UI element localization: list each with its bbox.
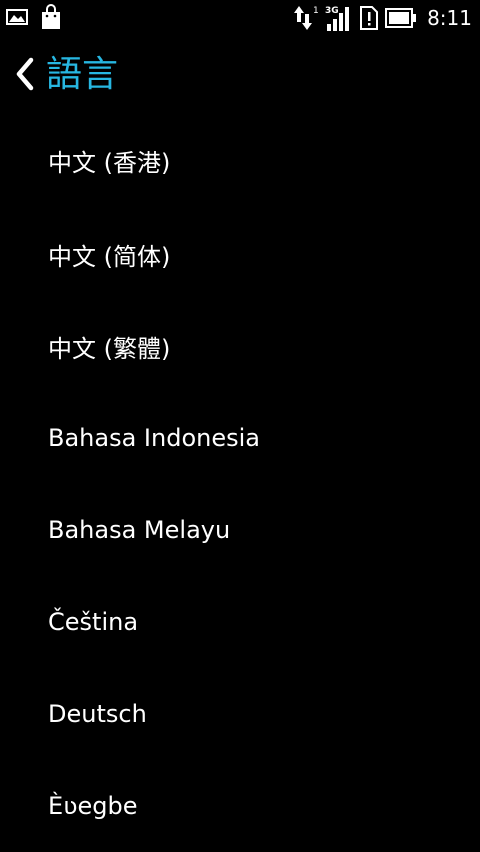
shopping-bag-icon [40,4,62,30]
page-title: 語言 [46,54,119,95]
network-type: 3G [325,6,339,16]
language-item-deutsch[interactable]: Deutsch [0,668,480,760]
chevron-left-icon [14,56,36,92]
language-list: 中文 (香港) 中文 (简体) 中文 (繁體) Bahasa Indonesia… [0,112,480,852]
language-label: Bahasa Indonesia [48,424,260,452]
data-transfer-icon: 1 [293,4,319,32]
language-label: 中文 (繁體) [48,334,171,363]
system-icons: 1 3G 8:11 [293,3,472,33]
notification-icons [6,4,62,30]
status-bar: 1 3G 8:11 [0,0,480,36]
signal-icon: 3G [325,4,353,32]
language-label: 中文 (香港) [48,148,171,177]
language-item-cestina[interactable]: Čeština [0,576,480,668]
language-label: Bahasa Melayu [48,516,231,544]
language-item-bahasa-indonesia[interactable]: Bahasa Indonesia [0,392,480,484]
language-item-zh-tw[interactable]: 中文 (繁體) [0,300,480,392]
language-label: Deutsch [48,700,147,728]
clock: 8:11 [427,6,472,30]
back-button[interactable] [10,54,40,94]
language-item-ewe[interactable]: Èʋegbe [0,760,480,852]
data-indicator: 1 [313,6,319,16]
language-item-zh-cn[interactable]: 中文 (简体) [0,208,480,300]
language-label: Čeština [48,608,139,636]
language-label: Èʋegbe [48,792,138,820]
language-item-bahasa-melayu[interactable]: Bahasa Melayu [0,484,480,576]
battery-icon [385,7,417,29]
language-item-zh-hk[interactable]: 中文 (香港) [0,112,480,208]
alert-icon [359,5,379,31]
image-icon [6,7,28,27]
language-label: 中文 (简体) [48,242,171,271]
action-bar: 語言 [0,42,480,112]
